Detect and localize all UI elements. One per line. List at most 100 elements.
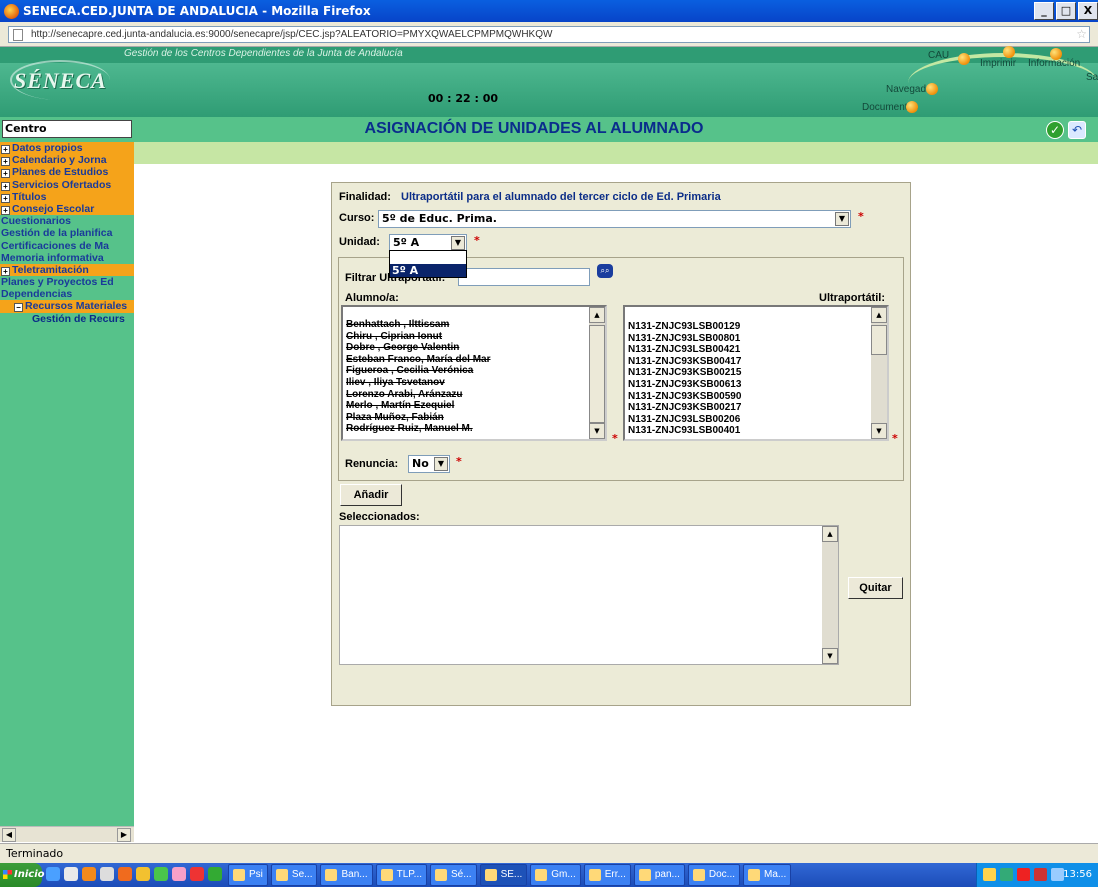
scroll-up-arrow-icon[interactable]: ▲ (822, 526, 838, 542)
expand-icon[interactable]: + (1, 157, 10, 167)
alumno-list-item[interactable]: Iliev , Iliya Tsvetanov (343, 377, 605, 389)
desktop-icon[interactable] (64, 867, 78, 881)
sidebar-hscrollbar[interactable]: ◀ ▶ (0, 826, 134, 842)
sidebar-item[interactable]: Gestión de Recurs (0, 313, 134, 325)
quitar-button[interactable]: Quitar (848, 577, 903, 599)
ultraportatiles-listbox[interactable]: N131-ZNJC93LSB00129 N131-ZNJC93LSB00801 N1… (623, 305, 889, 441)
sidebar-item[interactable]: Dependencias (0, 288, 134, 300)
alumno-list-item[interactable]: Dobre , George Valentin (343, 342, 605, 354)
accept-check-icon[interactable]: ✓ (1046, 121, 1064, 139)
ultraportatil-list-item[interactable]: N131-ZNJC93LSB00801 (625, 333, 887, 345)
seleccionados-textarea[interactable]: ▲ ▼ (339, 525, 839, 665)
ultraportatil-list-item[interactable]: N131-ZNJC93KSB00613 (625, 379, 887, 391)
taskbar-task[interactable]: Doc... (687, 864, 741, 886)
antivirus-icon[interactable] (1017, 868, 1030, 881)
taskbar-task[interactable]: Psi (228, 864, 268, 886)
scroll-thumb[interactable] (871, 325, 887, 355)
alumno-list-item[interactable]: Chiru , Ciprian Ionut (343, 331, 605, 343)
taskbar-task[interactable]: SE... (479, 864, 528, 886)
informacion-link[interactable]: Información (1028, 58, 1080, 69)
minimize-button[interactable]: _ (1034, 2, 1054, 20)
sidebar-item[interactable]: Cuestionarios (0, 215, 134, 227)
sidebar-item[interactable]: − Recursos Materiales (0, 300, 134, 313)
alumnos-listbox[interactable]: Benhattach , Ilttissam Chiru , Ciprian Io… (341, 305, 607, 441)
sidebar-item[interactable]: + Títulos (0, 190, 134, 203)
start-button[interactable]: Inicio (0, 863, 45, 887)
cau-orb-icon[interactable] (958, 53, 970, 65)
imprimir-orb-icon[interactable] (1003, 46, 1015, 58)
ultraportatiles-vscrollbar[interactable]: ▲ ▼ (871, 307, 887, 439)
taskbar-task[interactable]: TLP... (375, 864, 428, 886)
expand-icon[interactable]: + (1, 266, 10, 276)
navegador-orb-icon[interactable] (926, 83, 938, 95)
scroll-thumb[interactable] (589, 325, 605, 423)
taskbar-task[interactable]: pan... (633, 864, 685, 886)
scroll-left-arrow-icon[interactable]: ◀ (2, 828, 16, 842)
bookmark-star-icon[interactable]: ☆ (1076, 27, 1087, 42)
taskbar-task[interactable]: Err... (583, 864, 631, 886)
app-quick-icon[interactable] (118, 867, 132, 881)
undo-icon[interactable]: ↶ (1068, 121, 1086, 139)
filtrar-input[interactable] (458, 268, 590, 286)
scroll-right-arrow-icon[interactable]: ▶ (117, 828, 131, 842)
tray-app-icon[interactable] (1034, 868, 1047, 881)
alumno-list-item[interactable]: Rodríguez Ruiz, Manuel M. (343, 423, 605, 435)
scroll-down-arrow-icon[interactable]: ▼ (822, 648, 838, 664)
ultraportatil-list-item[interactable]: N131-ZNJC93LSB00129 (625, 321, 887, 333)
tray-app2-icon[interactable] (1051, 868, 1064, 881)
chevron-down-icon[interactable]: ▼ (451, 236, 465, 250)
sidebar-item[interactable]: + Datos propios (0, 142, 134, 155)
sidebar-item[interactable]: + Planes de Estudios (0, 166, 134, 179)
expand-icon[interactable]: + (1, 205, 10, 215)
sidebar-item[interactable]: Gestión de la planifica (0, 227, 134, 239)
chevron-down-icon[interactable]: ▼ (434, 457, 448, 471)
taskbar-task[interactable]: Ban... (320, 864, 373, 886)
seleccionados-scroll-track[interactable]: ▲ ▼ (822, 526, 838, 664)
seleccionados-vscrollbar[interactable]: ▲ ▼ (822, 526, 838, 664)
alumnos-vscrollbar[interactable]: ▲ ▼ (589, 307, 605, 439)
expand-icon[interactable]: + (1, 169, 10, 179)
app3-quick-icon[interactable] (154, 867, 168, 881)
taskbar-task[interactable]: Ma... (743, 864, 792, 886)
sidebar-item[interactable]: Certificaciones de Ma (0, 240, 134, 252)
firefox-quick-icon[interactable] (82, 867, 96, 881)
expand-icon[interactable]: + (1, 181, 10, 191)
chevron-down-icon[interactable]: ▼ (835, 212, 849, 226)
ultraportatil-list-item[interactable]: N131-ZNJC93LSB00206 (625, 414, 887, 426)
renuncia-select[interactable]: No ▼ (408, 455, 450, 473)
alumno-list-item[interactable]: Benhattach , Ilttissam (343, 319, 605, 331)
sidebar-item[interactable]: Planes y Proyectos Ed (0, 276, 134, 288)
binoculars-search-icon[interactable]: ⌕⌕ (597, 264, 613, 278)
imprimir-link[interactable]: Imprimir (980, 58, 1016, 69)
curso-select[interactable]: 5º de Educ. Prima. ▼ (378, 210, 851, 228)
collapse-icon[interactable]: − (14, 303, 23, 313)
ultraportatil-list-item[interactable]: N131-ZNJC93LSB00421 (625, 344, 887, 356)
sidebar-item[interactable]: + Teletramitación (0, 263, 134, 277)
alumno-list-item[interactable]: Lorenzo Arabi, Aránzazu (343, 389, 605, 401)
volume-icon[interactable] (983, 868, 996, 881)
alumno-list-item[interactable]: Esteban Franco, María del Mar (343, 354, 605, 366)
alumno-list-item[interactable]: Merlo , Martín Ezequiel (343, 400, 605, 412)
expand-icon[interactable]: + (1, 193, 10, 203)
alumno-list-item[interactable]: Figueroa , Cecilia Verónica (343, 365, 605, 377)
alumno-list-item[interactable]: Plaza Muñoz, Fabián (343, 412, 605, 424)
scroll-down-arrow-icon[interactable]: ▼ (871, 423, 887, 439)
salir-link[interactable]: Sal (1086, 72, 1098, 83)
documentos-orb-icon[interactable] (906, 101, 918, 113)
ultraportatil-list-item[interactable]: N131-ZNJC93KSB00590 (625, 391, 887, 403)
taskbar-task[interactable]: Gm... (530, 864, 581, 886)
ultraportatil-list-item[interactable]: N131-ZNJC93KSB00417 (625, 356, 887, 368)
unidad-option-5a[interactable]: 5º A (390, 264, 466, 277)
sidebar-item[interactable]: + Servicios Ofertados (0, 178, 134, 191)
scroll-down-arrow-icon[interactable]: ▼ (589, 423, 605, 439)
ultraportatil-list-item[interactable]: N131-ZNJC93LSB00401 (625, 425, 887, 437)
url-input[interactable]: http://senecapre.ced.junta-andalucia.es:… (8, 26, 1090, 43)
ie-icon[interactable] (46, 867, 60, 881)
taskbar-task[interactable]: Sé... (430, 864, 477, 886)
app4-quick-icon[interactable] (172, 867, 186, 881)
sidebar-item[interactable]: + Consejo Escolar (0, 202, 134, 216)
scroll-up-arrow-icon[interactable]: ▲ (871, 307, 887, 323)
close-button[interactable]: X (1078, 2, 1098, 20)
cau-link[interactable]: CAU (928, 50, 949, 61)
app2-quick-icon[interactable] (136, 867, 150, 881)
